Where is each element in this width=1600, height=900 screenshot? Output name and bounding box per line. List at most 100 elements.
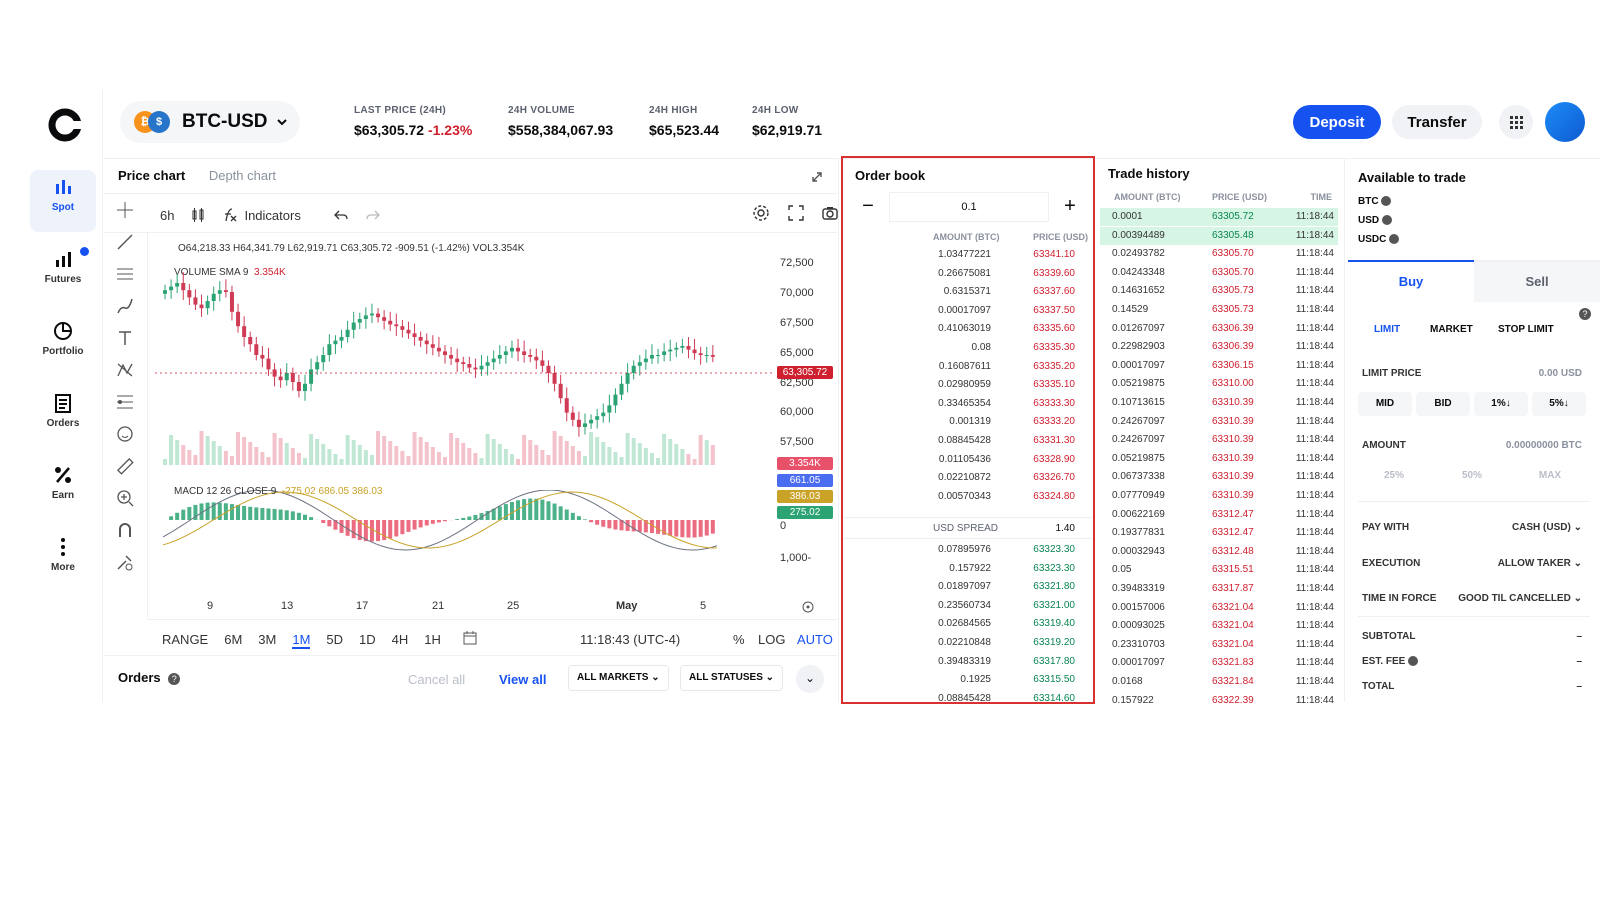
price-5pct-button[interactable]: 5%↓	[1532, 392, 1586, 416]
log-scale-toggle[interactable]: LOG	[758, 632, 785, 647]
bid-row[interactable]: 0.01897097 63321.80	[843, 578, 1093, 596]
ask-row[interactable]: 0.08 63335.30	[843, 339, 1093, 357]
pair-selector[interactable]: ₿ $ BTC-USD	[120, 101, 300, 143]
pay-with-select[interactable]: CASH (USD) ⌄	[1512, 522, 1582, 533]
info-icon[interactable]	[1381, 196, 1392, 207]
ask-row[interactable]: 0.08845428 63331.30	[843, 432, 1093, 450]
range-5d[interactable]: 5D	[326, 632, 343, 649]
ruler-icon[interactable]	[115, 456, 135, 476]
nav-earn[interactable]: Earn	[30, 458, 96, 520]
transfer-button[interactable]: Transfer	[1392, 105, 1482, 139]
markets-filter[interactable]: ALL MARKETS ⌄	[568, 665, 669, 691]
emoji-icon[interactable]	[115, 424, 135, 444]
range-6m[interactable]: 6M	[224, 632, 242, 649]
order-type-limit[interactable]: LIMIT	[1374, 324, 1400, 335]
fullscreen-icon[interactable]	[787, 204, 805, 222]
bid-row[interactable]: 0.23560734 63321.00	[843, 597, 1093, 615]
redo-icon[interactable]	[365, 207, 381, 223]
price-1pct-button[interactable]: 1%↓	[1474, 392, 1528, 416]
amount-25-button[interactable]: 25%	[1358, 464, 1430, 488]
minus-icon[interactable]: −	[853, 192, 883, 222]
amount-50-button[interactable]: 50%	[1436, 464, 1508, 488]
ask-row[interactable]: 0.01105436 63328.90	[843, 451, 1093, 469]
brush-icon[interactable]	[115, 296, 135, 316]
settings-gear-icon[interactable]	[752, 204, 770, 222]
nav-more[interactable]: More	[30, 530, 96, 592]
tab-price-chart[interactable]: Price chart	[118, 168, 185, 183]
limit-price-input[interactable]: 0.00 USD	[1539, 368, 1582, 379]
range-1d[interactable]: 1D	[359, 632, 376, 649]
tab-depth-chart[interactable]: Depth chart	[209, 168, 276, 183]
range-1h[interactable]: 1H	[424, 632, 441, 649]
percent-scale-toggle[interactable]: %	[733, 632, 745, 647]
sell-tab[interactable]: Sell	[1474, 262, 1600, 302]
amount-input[interactable]: 0.00000000 BTC	[1506, 440, 1582, 451]
ask-row[interactable]: 0.00570343 63324.80	[843, 488, 1093, 506]
info-icon[interactable]	[1389, 234, 1400, 245]
interval-selector[interactable]: 6h	[160, 208, 174, 223]
statuses-filter[interactable]: ALL STATUSES ⌄	[680, 665, 784, 691]
ask-row[interactable]: 0.41063019 63335.60	[843, 320, 1093, 338]
ask-row[interactable]: 0.16087611 63335.20	[843, 358, 1093, 376]
ask-row[interactable]: 0.02210872 63326.70	[843, 469, 1093, 487]
bid-row[interactable]: 0.02210848 63319.20	[843, 634, 1093, 652]
aggregation-value[interactable]: 0.1	[889, 192, 1049, 222]
camera-icon[interactable]	[821, 204, 839, 222]
bid-row[interactable]: 0.07895976 63323.30	[843, 541, 1093, 559]
ask-row[interactable]: 0.02980959 63335.10	[843, 376, 1093, 394]
trendline-icon[interactable]	[115, 232, 135, 252]
magnet-icon[interactable]	[115, 520, 135, 540]
help-icon[interactable]: ?	[1579, 308, 1591, 320]
nav-spot[interactable]: Spot	[30, 170, 96, 232]
bid-row[interactable]: 0.02684565 63319.40	[843, 615, 1093, 633]
cancel-all-button[interactable]: Cancel all	[408, 672, 465, 687]
tif-select[interactable]: GOOD TIL CANCELLED ⌄	[1458, 593, 1582, 604]
ask-row[interactable]: 0.6315371 63337.60	[843, 283, 1093, 301]
view-all-link[interactable]: View all	[499, 672, 546, 687]
collapse-orders-button[interactable]: ⌄	[796, 665, 824, 693]
order-type-market[interactable]: MARKET	[1430, 324, 1473, 335]
ask-row[interactable]: 0.00017097 63337.50	[843, 302, 1093, 320]
price-mid-button[interactable]: MID	[1358, 392, 1412, 416]
info-icon[interactable]	[1381, 215, 1392, 226]
lock-drawings-icon[interactable]	[115, 552, 135, 572]
ask-row[interactable]: 0.001319 63333.20	[843, 413, 1093, 431]
fib-tool-icon[interactable]	[115, 392, 135, 412]
auto-scale-toggle[interactable]: AUTO	[797, 632, 833, 647]
nav-portfolio[interactable]: Portfolio	[30, 314, 96, 376]
buy-tab[interactable]: Buy	[1348, 262, 1474, 302]
price-bid-button[interactable]: BID	[1416, 392, 1470, 416]
avatar[interactable]	[1545, 102, 1585, 142]
expand-icon[interactable]	[810, 170, 824, 184]
nav-orders[interactable]: Orders	[30, 386, 96, 448]
info-icon[interactable]	[1408, 656, 1419, 667]
crosshair-icon[interactable]	[115, 200, 135, 220]
range-1m[interactable]: 1M	[292, 632, 311, 649]
horizontal-lines-icon[interactable]	[115, 264, 135, 284]
text-tool-icon[interactable]	[115, 328, 135, 348]
undo-icon[interactable]	[333, 207, 349, 223]
pattern-tool-icon[interactable]	[115, 360, 135, 380]
execution-select[interactable]: ALLOW TAKER ⌄	[1498, 558, 1582, 569]
bid-row[interactable]: 0.157922 63323.30	[843, 560, 1093, 578]
date-range-icon[interactable]	[462, 630, 478, 646]
range-4h[interactable]: 4H	[392, 632, 409, 649]
ask-row[interactable]: 0.33465354 63333.30	[843, 395, 1093, 413]
axis-settings-icon[interactable]	[801, 600, 815, 614]
candle-type-icon[interactable]	[190, 207, 206, 223]
amount-max-button[interactable]: MAX	[1514, 464, 1586, 488]
ask-row[interactable]: 0.26675081 63339.60	[843, 265, 1093, 283]
bid-row[interactable]: 0.1925 63315.50	[843, 671, 1093, 689]
indicators-button[interactable]: Indicators	[222, 207, 316, 223]
bid-row[interactable]: 0.08845428 63314.60	[843, 690, 1093, 708]
ask-row[interactable]: 1.03477221 63341.10	[843, 246, 1093, 264]
apps-grid-button[interactable]	[1499, 105, 1533, 139]
bid-row[interactable]: 0.39483319 63317.80	[843, 653, 1093, 671]
info-icon[interactable]: ?	[168, 673, 181, 685]
deposit-button[interactable]: Deposit	[1293, 105, 1381, 139]
zoom-in-icon[interactable]	[115, 488, 135, 508]
plus-icon[interactable]: +	[1055, 192, 1085, 222]
order-type-stop-limit[interactable]: STOP LIMIT	[1498, 324, 1554, 335]
range-3m[interactable]: 3M	[258, 632, 276, 649]
candlestick-chart[interactable]	[155, 255, 775, 475]
